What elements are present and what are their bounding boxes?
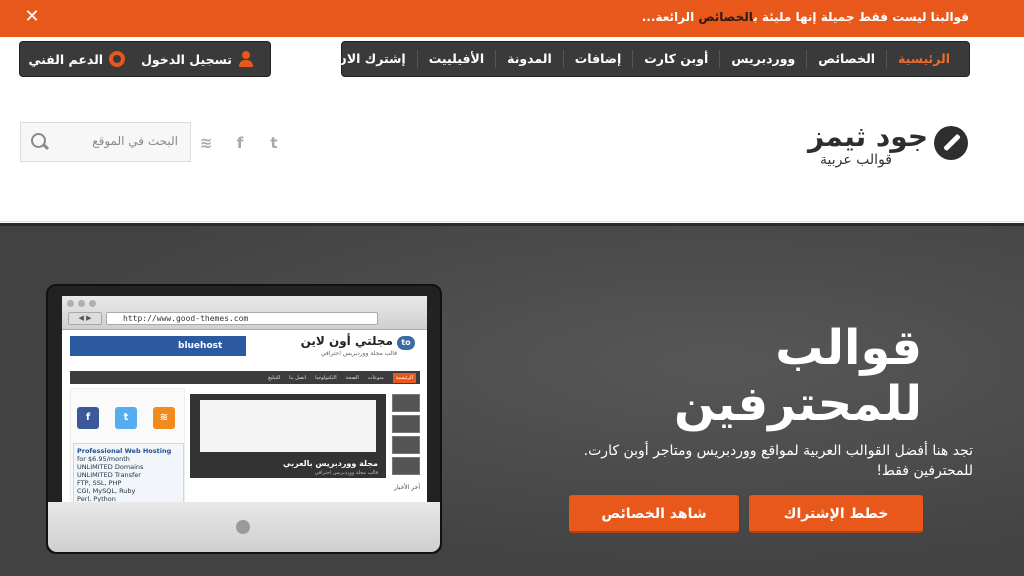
hero-title-line1: قوالب [775, 320, 922, 376]
user-navigation: تسجيل الدخول الدعم الفني [19, 41, 271, 77]
close-icon[interactable]: ✕ [22, 6, 42, 28]
nav-item-opencart[interactable]: أوبن كارت [632, 50, 719, 68]
view-features-button[interactable]: شاهد الخصائص [569, 495, 739, 533]
preview-site-tagline: قالب مجلة ووردبريس احترافي [320, 350, 397, 357]
logo-tagline: قوالب عربية [820, 152, 892, 168]
announcement-highlight: الخصائص [698, 10, 754, 24]
support-label: الدعم الفني [28, 51, 104, 67]
login-label: تسجيل الدخول [141, 51, 232, 67]
preview-slider-subcaption: قالب مجلة ووردبريس احترافي [314, 470, 378, 476]
social-links: ≋ f t [198, 134, 282, 152]
user-icon [238, 51, 254, 67]
browser-url-bar: http://www.good-themes.com [106, 312, 378, 325]
hero-section: قوالب للمحترفين تجد هنا أفضل القوالب الع… [0, 223, 1024, 576]
preview-site-body: f t ≋ Professional Web Hosting for $6.95… [70, 388, 420, 506]
monitor-logo-icon [236, 520, 250, 534]
preview-facebook-icon: f [77, 407, 99, 429]
main-navigation: الرئيسية الخصائص ووردبريس أوبن كارت إضاف… [336, 41, 970, 77]
preview-banner-ad: bluehost [70, 336, 246, 356]
nav-item-affiliate[interactable]: الأفيلييت [416, 50, 495, 68]
preview-slider-caption: مجلة ووردبريس بالعربي [283, 459, 378, 468]
facebook-icon[interactable]: f [232, 134, 248, 152]
nav-item-wordpress[interactable]: ووردبريس [719, 50, 806, 68]
announcement-bar: قوالبنا ليست فقط جميلة إنها مليئة بالخصا… [0, 0, 1024, 37]
preview-sidebar: f t ≋ Professional Web Hosting for $6.95… [70, 388, 185, 506]
brush-icon [934, 126, 968, 160]
window-controls [67, 300, 96, 307]
search-input[interactable]: البحث في الموقع [92, 134, 178, 148]
browser-nav-buttons: ◀ ▶ [68, 312, 102, 325]
preview-rss-icon: ≋ [153, 407, 175, 429]
nav-item-subscribe[interactable]: إشترك الان [325, 50, 417, 68]
hero-title-line2: للمحترفين [673, 376, 922, 432]
preview-logo-badge: to [397, 336, 415, 350]
login-link[interactable]: تسجيل الدخول [133, 51, 262, 67]
preview-hosting-ad: Professional Web Hosting for $6.95/month… [73, 443, 184, 505]
preview-slider-thumbnails [392, 394, 420, 478]
logo-name: جود ثيمز [808, 120, 929, 153]
preview-site-logo: toمجلتي أون لاين [301, 334, 415, 350]
preview-latest-label: آخر الأخبار [394, 484, 420, 491]
subscription-plans-button[interactable]: خطط الإشتراك [749, 495, 923, 533]
hero-title: قوالب للمحترفين [674, 320, 922, 432]
monitor-screen: ◀ ▶ http://www.good-themes.com bluehost … [62, 296, 427, 506]
preview-twitter-icon: t [115, 407, 137, 429]
support-link[interactable]: الدعم الفني [20, 51, 133, 67]
nav-item-blog[interactable]: المدونة [495, 50, 563, 68]
nav-item-features[interactable]: الخصائص [806, 50, 886, 68]
hero-description: تجد هنا أفضل القوالب العربية لمواقع وورد… [583, 443, 973, 479]
nav-item-plugins[interactable]: إضافات [562, 50, 633, 68]
preview-slider: مجلة ووردبريس بالعربي قالب مجلة ووردبريس… [190, 394, 386, 478]
preview-site-header: bluehost toمجلتي أون لاين قالب مجلة وورد… [62, 330, 427, 370]
announcement-text: قوالبنا ليست فقط جميلة إنها مليئة بالخصا… [641, 10, 969, 24]
nav-item-home[interactable]: الرئيسية [886, 50, 961, 68]
hero-top-strip [0, 223, 1024, 226]
rss-icon[interactable]: ≋ [198, 134, 214, 152]
twitter-icon[interactable]: t [266, 134, 282, 152]
search-box[interactable]: البحث في الموقع [20, 122, 191, 162]
browser-toolbar: ◀ ▶ http://www.good-themes.com [62, 296, 427, 330]
search-icon[interactable] [31, 133, 49, 151]
monitor-mockup: ◀ ▶ http://www.good-themes.com bluehost … [46, 284, 442, 554]
lifebuoy-icon [109, 51, 126, 67]
preview-slider-image [200, 400, 376, 452]
preview-site-nav: الرئيسية منوعات الصحة التكنولوجيا اتصل ب… [70, 371, 420, 384]
